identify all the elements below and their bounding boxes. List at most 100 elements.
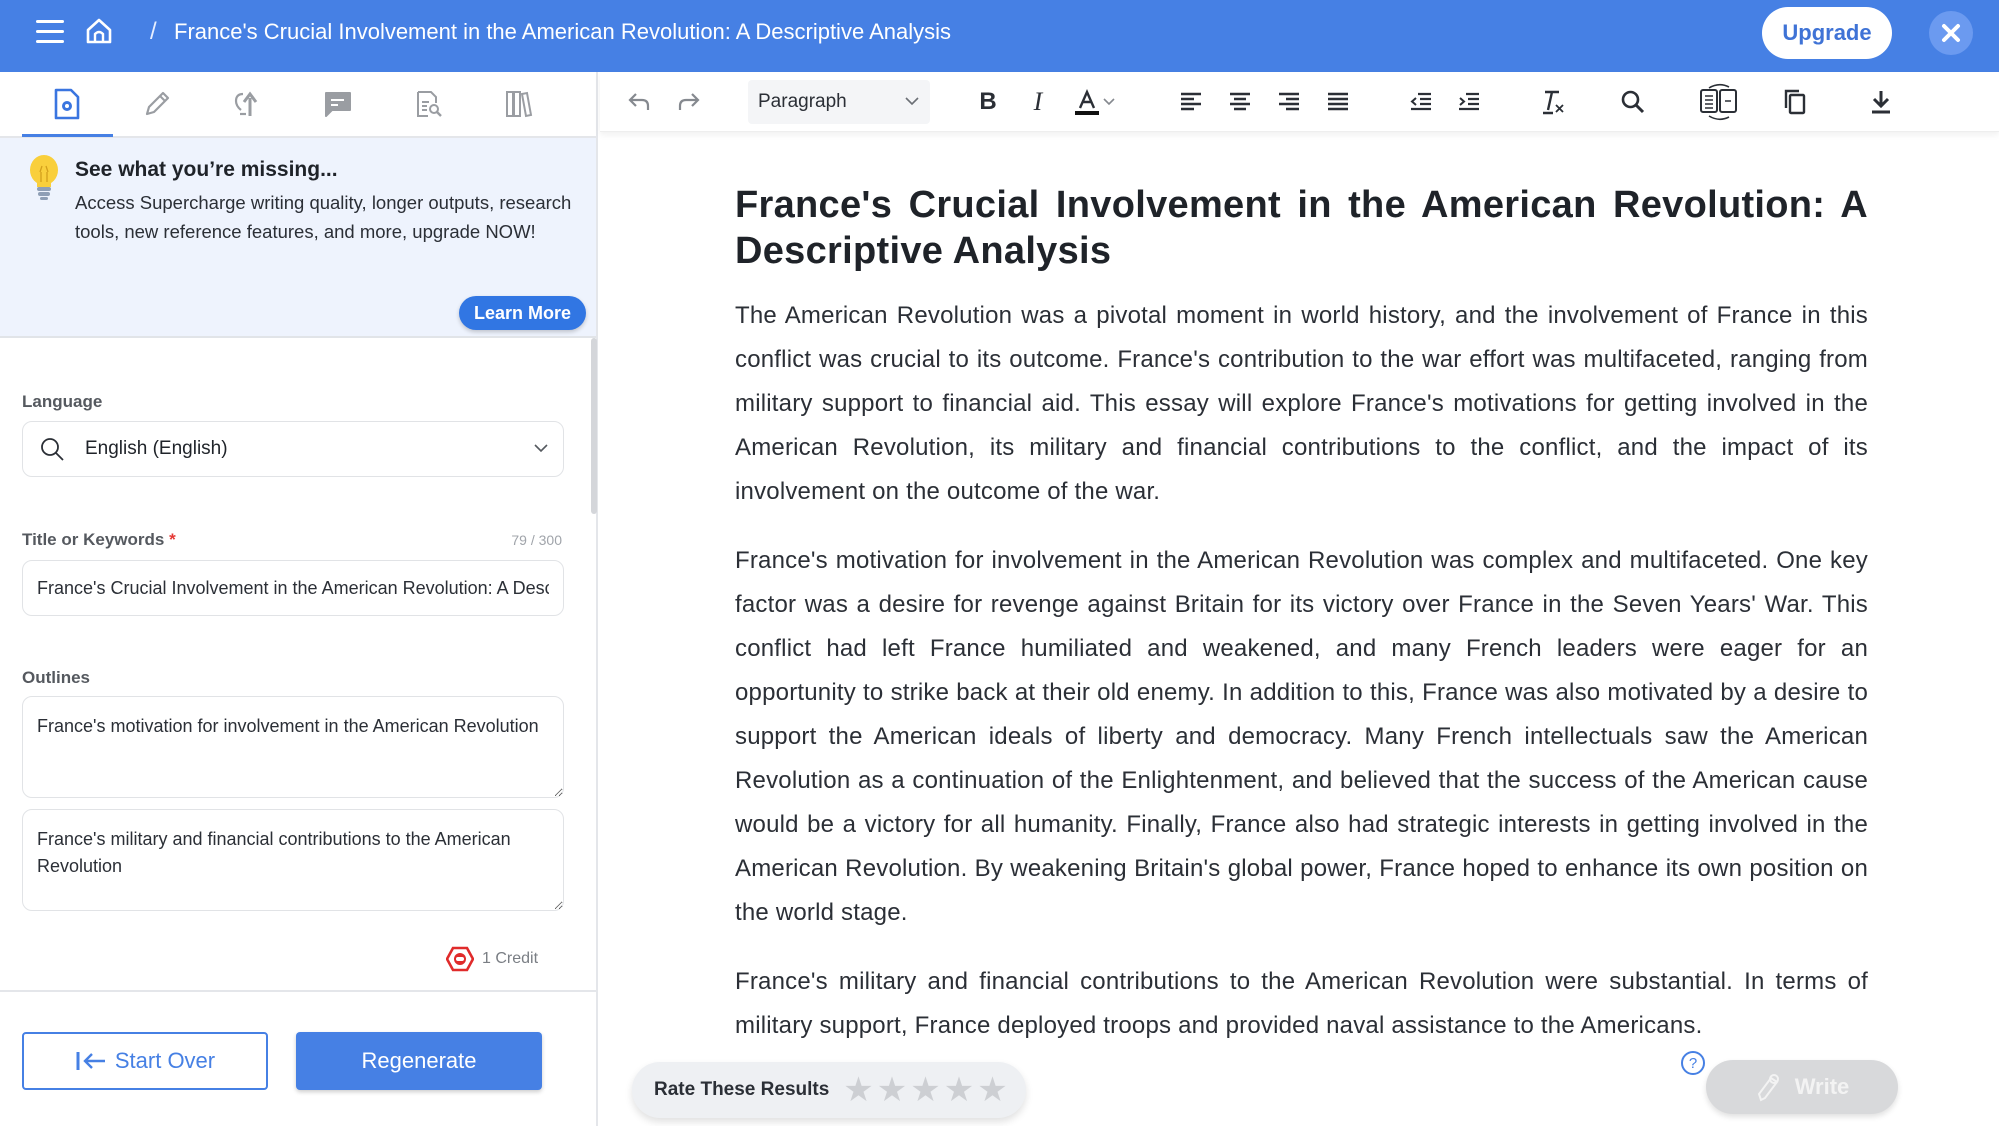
compare-documents-icon <box>1700 83 1737 121</box>
chevron-down-icon <box>534 444 548 453</box>
credit-label: 1 Credit <box>482 950 539 967</box>
download-icon <box>1872 91 1890 114</box>
tab-edit[interactable] <box>135 84 179 124</box>
star-icon-2[interactable]: ★ <box>877 1073 907 1107</box>
align-right-button[interactable] <box>1273 86 1305 118</box>
search-button[interactable] <box>1617 86 1649 118</box>
document-search-icon <box>417 91 442 117</box>
star-icon-4[interactable]: ★ <box>944 1073 974 1107</box>
lightbulb-icon <box>30 155 58 200</box>
block-format-value: Paragraph <box>758 91 847 112</box>
redo-icon <box>678 93 700 110</box>
breadcrumb-document-title: France's Crucial Involvement in the Amer… <box>174 19 951 44</box>
italic-button[interactable]: I <box>1022 86 1054 118</box>
undo-icon <box>628 93 650 110</box>
pencil-icon <box>145 91 170 116</box>
document-title: France's Crucial Involvement in the Amer… <box>735 184 1868 272</box>
divider <box>0 990 596 992</box>
tab-ideas[interactable] <box>226 84 270 124</box>
align-left-icon <box>1181 92 1201 111</box>
active-tab-indicator <box>22 134 113 137</box>
back-to-start-icon <box>76 1052 105 1070</box>
outline-item-2[interactable]: France's military and financial contribu… <box>22 809 564 911</box>
document-paragraph: The American Revolution was a pivotal mo… <box>735 302 1868 505</box>
outdent-icon <box>1410 92 1431 111</box>
star-icon-1[interactable]: ★ <box>843 1073 873 1107</box>
indent-icon <box>1459 92 1479 111</box>
tab-document-settings[interactable] <box>45 84 89 124</box>
breadcrumb-separator: / <box>150 18 157 45</box>
align-center-icon <box>1230 92 1250 111</box>
compare-button[interactable] <box>1697 83 1741 121</box>
outlines-label: Outlines <box>22 668 91 687</box>
align-right-icon <box>1279 92 1299 111</box>
left-panel: See what you’re missing... Access Superc… <box>0 72 598 1126</box>
pen-nib-icon <box>1757 1074 1779 1102</box>
credit-icon <box>446 946 474 972</box>
write-button[interactable]: Write <box>1706 1060 1898 1114</box>
italic-icon: I <box>1033 87 1043 116</box>
promo-title: See what you’re missing... <box>75 158 338 181</box>
text-color-dropdown[interactable] <box>1097 86 1121 118</box>
star-icon-3[interactable]: ★ <box>910 1073 940 1107</box>
learn-more-button[interactable]: Learn More <box>459 296 586 330</box>
write-label: Write <box>1794 1074 1850 1099</box>
close-icon <box>1942 24 1960 42</box>
language-select[interactable]: English (English) <box>22 421 564 477</box>
outline-item-1[interactable]: France's motivation for involvement in t… <box>22 696 564 798</box>
align-justify-icon <box>1328 92 1348 111</box>
close-button[interactable] <box>1929 11 1973 55</box>
document-gear-icon <box>54 88 80 120</box>
align-left-button[interactable] <box>1175 86 1207 118</box>
copy-button[interactable] <box>1779 86 1811 118</box>
clear-formatting-icon <box>1543 90 1564 115</box>
document-paragraph: France's motivation for involvement in t… <box>735 547 1868 926</box>
credit-cost: 1 Credit <box>446 946 538 972</box>
download-button[interactable] <box>1865 86 1897 118</box>
character-counter: 79 / 300 <box>511 532 562 548</box>
top-header: / France's Crucial Involvement in the Am… <box>0 0 1999 72</box>
clear-formatting-button[interactable] <box>1537 86 1569 118</box>
copy-icon <box>1784 89 1806 115</box>
start-over-button[interactable]: Start Over <box>22 1032 268 1090</box>
rating-label: Rate These Results <box>654 1079 830 1100</box>
document-content[interactable]: France's Crucial Involvement in the Amer… <box>735 182 1868 1073</box>
regenerate-button[interactable]: Regenerate <box>296 1032 542 1090</box>
editor-panel: Paragraph B I France's Crucial Involveme… <box>600 72 1999 1126</box>
help-icon[interactable]: ? <box>1681 1051 1705 1075</box>
align-justify-button[interactable] <box>1322 86 1354 118</box>
title-keywords-input[interactable] <box>22 560 564 616</box>
hamburger-icon[interactable] <box>36 20 64 44</box>
chevron-down-icon <box>1103 98 1115 106</box>
search-icon <box>41 438 64 461</box>
lightbulb-arrow-icon <box>234 91 258 116</box>
document-paragraph: France's military and financial contribu… <box>735 968 1868 1039</box>
chevron-down-icon <box>905 97 919 106</box>
tool-tabs <box>0 72 596 138</box>
rating-widget: Rate These Results ★ ★ ★ ★ ★ <box>632 1062 1026 1118</box>
indent-button[interactable] <box>1453 86 1485 118</box>
title-keywords-label-text: Title or Keywords <box>22 530 165 549</box>
start-over-label: Start Over <box>114 1048 216 1073</box>
block-format-select[interactable]: Paragraph <box>748 80 930 124</box>
upgrade-button[interactable]: Upgrade <box>1762 7 1892 59</box>
align-center-button[interactable] <box>1224 86 1256 118</box>
books-icon <box>506 91 533 118</box>
language-value: English (English) <box>85 438 228 459</box>
star-icon-5[interactable]: ★ <box>977 1073 1007 1107</box>
editor-toolbar: Paragraph B I <box>600 72 1999 132</box>
home-icon[interactable] <box>84 16 114 46</box>
outdent-button[interactable] <box>1405 86 1437 118</box>
bold-icon: B <box>979 88 997 115</box>
undo-button[interactable] <box>623 86 655 118</box>
bold-button[interactable]: B <box>972 86 1004 118</box>
upgrade-promo: See what you’re missing... Access Superc… <box>0 138 596 338</box>
title-keywords-label: Title or Keywords * <box>22 530 176 550</box>
search-icon <box>1621 90 1645 114</box>
left-panel-scrollbar[interactable] <box>591 338 597 514</box>
tab-library[interactable] <box>497 84 541 124</box>
tab-chat[interactable] <box>316 84 360 124</box>
tab-review[interactable] <box>407 84 451 124</box>
redo-button[interactable] <box>673 86 705 118</box>
chat-bubble-icon <box>325 92 351 117</box>
